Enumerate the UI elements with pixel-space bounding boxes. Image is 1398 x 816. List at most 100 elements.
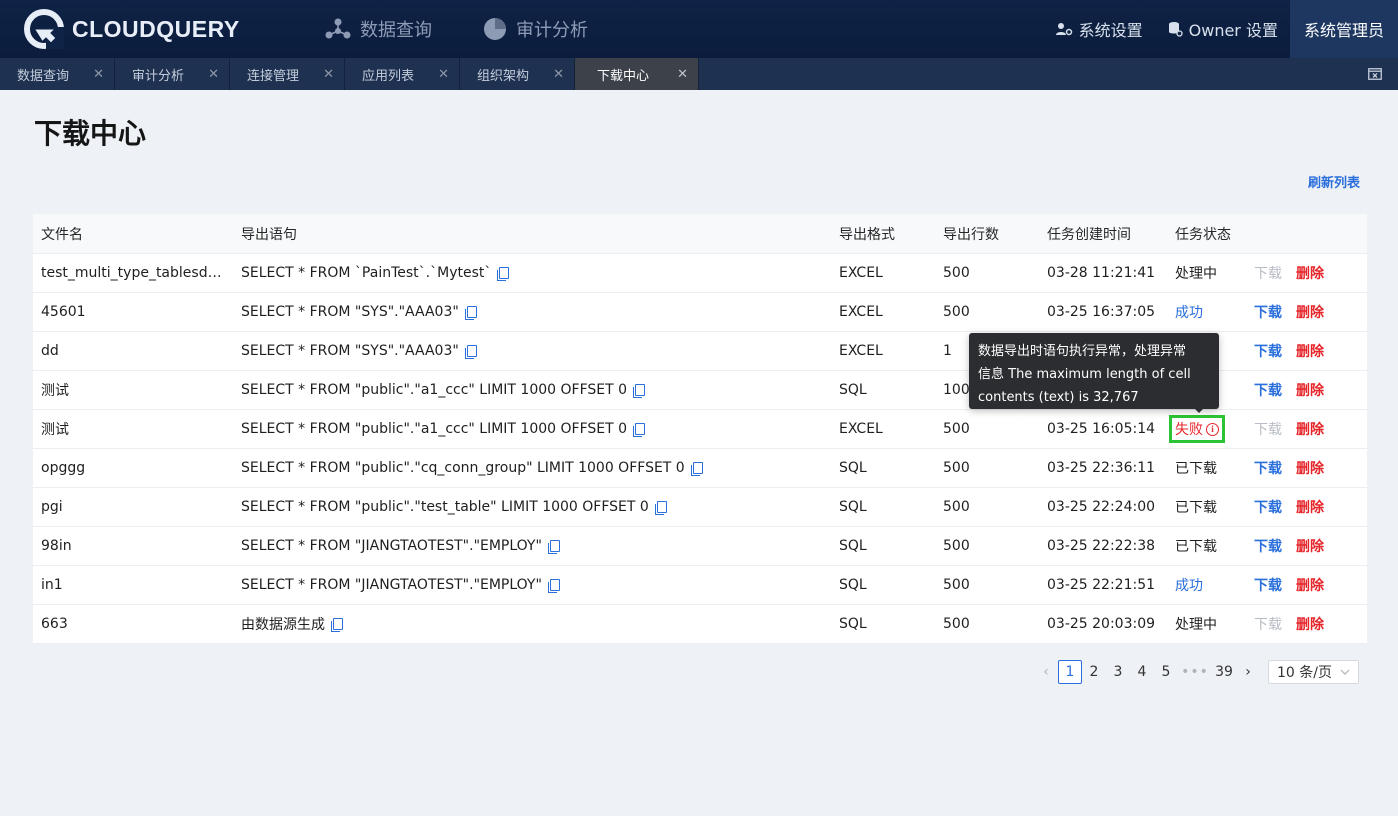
pagination: ‹ 12345 ••• 39 › 10 条/页	[1034, 660, 1359, 684]
nav-system-settings[interactable]: 系统设置	[1043, 0, 1155, 58]
close-icon[interactable]: ✕	[93, 67, 104, 82]
sql-text: SELECT * FROM "JIANGTAOTEST"."EMPLOY"	[241, 577, 542, 593]
copy-icon[interactable]	[547, 578, 560, 593]
page-ellipsis[interactable]: •••	[1178, 660, 1212, 684]
tab-bar: 数据查询 ✕ 审计分析 ✕ 连接管理 ✕ 应用列表 ✕ 组织架构 ✕ 下载中心 …	[0, 58, 1398, 90]
close-all-tabs-icon[interactable]	[1368, 68, 1382, 80]
download-button[interactable]: 下载	[1254, 302, 1282, 322]
download-button[interactable]: 下载	[1254, 419, 1282, 439]
download-button[interactable]: 下载	[1254, 263, 1282, 283]
table-body: test_multi_type_tablesd—... SELECT * FROM…	[33, 254, 1367, 644]
task-status-cell: 成功	[1167, 302, 1254, 322]
logo[interactable]: CLOUDQUERY	[24, 9, 274, 49]
export-sql-cell: SELECT * FROM "JIANGTAOTEST"."EMPLOY"	[233, 538, 831, 554]
page-number-1[interactable]: 1	[1058, 660, 1082, 684]
tooltip-line: 信息 The maximum length of cell	[978, 367, 1191, 382]
nav-data-query-label: 数据查询	[360, 20, 432, 41]
export-rows-cell: 500	[943, 499, 970, 515]
delete-button[interactable]: 删除	[1296, 341, 1324, 361]
close-icon[interactable]: ✕	[438, 67, 449, 82]
nav-data-query[interactable]: 数据查询	[324, 16, 432, 42]
page-size-select[interactable]: 10 条/页	[1268, 660, 1359, 684]
tab-connection-management[interactable]: 连接管理 ✕	[230, 58, 345, 90]
tab-label: 数据查询	[17, 68, 70, 84]
created-time-cell: 03-25 20:03:09	[1047, 616, 1156, 632]
table-row: test_multi_type_tablesd—... SELECT * FROM…	[33, 254, 1367, 293]
delete-button[interactable]: 删除	[1296, 614, 1324, 634]
download-button[interactable]: 下载	[1254, 458, 1282, 478]
refresh-list-link[interactable]: 刷新列表	[1308, 172, 1360, 191]
table-header-row: 文件名 导出语句 导出格式 导出行数 任务创建时间 任务状态	[33, 214, 1367, 254]
page-number-3[interactable]: 3	[1106, 660, 1130, 684]
close-icon[interactable]: ✕	[323, 67, 334, 82]
actions-cell: 下载 删除	[1254, 458, 1367, 478]
file-name-cell: 测试	[41, 383, 69, 399]
export-format-cell: SQL	[839, 382, 867, 398]
tab-app-list[interactable]: 应用列表 ✕	[345, 58, 460, 90]
tab-download-center[interactable]: 下载中心 ✕	[575, 58, 699, 90]
delete-button[interactable]: 删除	[1296, 458, 1324, 478]
delete-button[interactable]: 删除	[1296, 263, 1324, 283]
created-time-cell: 03-25 16:37:05	[1047, 304, 1156, 320]
page-number-5[interactable]: 5	[1154, 660, 1178, 684]
tooltip-line: 数据导出时语句执行异常，处理异常	[978, 344, 1187, 359]
created-time-cell: 03-28 11:21:41	[1047, 265, 1156, 281]
nav-owner-settings[interactable]: Owner 设置	[1155, 0, 1290, 58]
chevron-down-icon	[1340, 669, 1350, 675]
download-button[interactable]: 下载	[1254, 536, 1282, 556]
nav-system-admin[interactable]: 系统管理员	[1289, 0, 1398, 58]
delete-button[interactable]: 删除	[1296, 302, 1324, 322]
close-icon[interactable]: ✕	[553, 67, 564, 82]
page-title: 下载中心	[34, 117, 147, 150]
tab-data-query[interactable]: 数据查询 ✕	[0, 58, 115, 90]
delete-button[interactable]: 删除	[1296, 497, 1324, 517]
copy-icon[interactable]	[633, 383, 646, 398]
copy-icon[interactable]	[497, 266, 510, 281]
prev-page-icon[interactable]: ‹	[1034, 660, 1058, 684]
download-button[interactable]: 下载	[1254, 497, 1282, 517]
copy-icon[interactable]	[547, 539, 560, 554]
delete-button[interactable]: 删除	[1296, 380, 1324, 400]
page-number-4[interactable]: 4	[1130, 660, 1154, 684]
page-number-2[interactable]: 2	[1082, 660, 1106, 684]
close-icon[interactable]: ✕	[208, 67, 219, 82]
copy-icon[interactable]	[464, 305, 477, 320]
delete-button[interactable]: 删除	[1296, 536, 1324, 556]
nav-audit-analysis[interactable]: 审计分析	[482, 16, 588, 42]
column-header-file-name: 文件名	[41, 226, 83, 243]
download-button[interactable]: 下载	[1254, 341, 1282, 361]
download-button[interactable]: 下载	[1254, 614, 1282, 634]
copy-icon[interactable]	[690, 461, 703, 476]
tab-label: 下载中心	[597, 68, 650, 84]
copy-icon[interactable]	[464, 344, 477, 359]
created-time-cell: 03-25 22:22:38	[1047, 538, 1156, 554]
status-text: 已下载	[1175, 461, 1217, 477]
task-status-cell: 已下载	[1167, 458, 1254, 478]
close-icon[interactable]: ✕	[677, 67, 688, 82]
sql-text: 由数据源生成	[241, 617, 325, 633]
tab-audit-analysis[interactable]: 审计分析 ✕	[115, 58, 230, 90]
nav-system-admin-label: 系统管理员	[1303, 21, 1384, 40]
status-text: 成功	[1175, 578, 1203, 594]
page-number-last[interactable]: 39	[1212, 660, 1236, 684]
export-rows-cell: 500	[943, 460, 970, 476]
nav-audit-analysis-label: 审计分析	[516, 20, 588, 41]
export-rows-cell: 500	[943, 538, 970, 554]
copy-icon[interactable]	[331, 617, 343, 632]
export-sql-cell: SELECT * FROM "public"."a1_ccc" LIMIT 10…	[233, 421, 831, 437]
nav-system-settings-label: 系统设置	[1078, 21, 1143, 40]
export-sql-cell: SELECT * FROM "public"."a1_ccc" LIMIT 10…	[233, 382, 831, 398]
error-tooltip: 数据导出时语句执行异常，处理异常 信息 The maximum length o…	[969, 333, 1219, 428]
next-page-icon[interactable]: ›	[1236, 660, 1260, 684]
copy-icon[interactable]	[633, 422, 646, 437]
delete-button[interactable]: 删除	[1296, 575, 1324, 595]
status-text: 处理中	[1175, 617, 1217, 633]
delete-button[interactable]: 删除	[1296, 419, 1324, 439]
task-status-cell: 成功	[1167, 575, 1254, 595]
file-name-cell: 663	[41, 616, 68, 632]
tab-org-structure[interactable]: 组织架构 ✕	[460, 58, 575, 90]
table-row: 98in SELECT * FROM "JIANGTAOTEST"."EMPLOY…	[33, 527, 1367, 566]
copy-icon[interactable]	[654, 500, 667, 515]
download-button[interactable]: 下载	[1254, 575, 1282, 595]
download-button[interactable]: 下载	[1254, 380, 1282, 400]
